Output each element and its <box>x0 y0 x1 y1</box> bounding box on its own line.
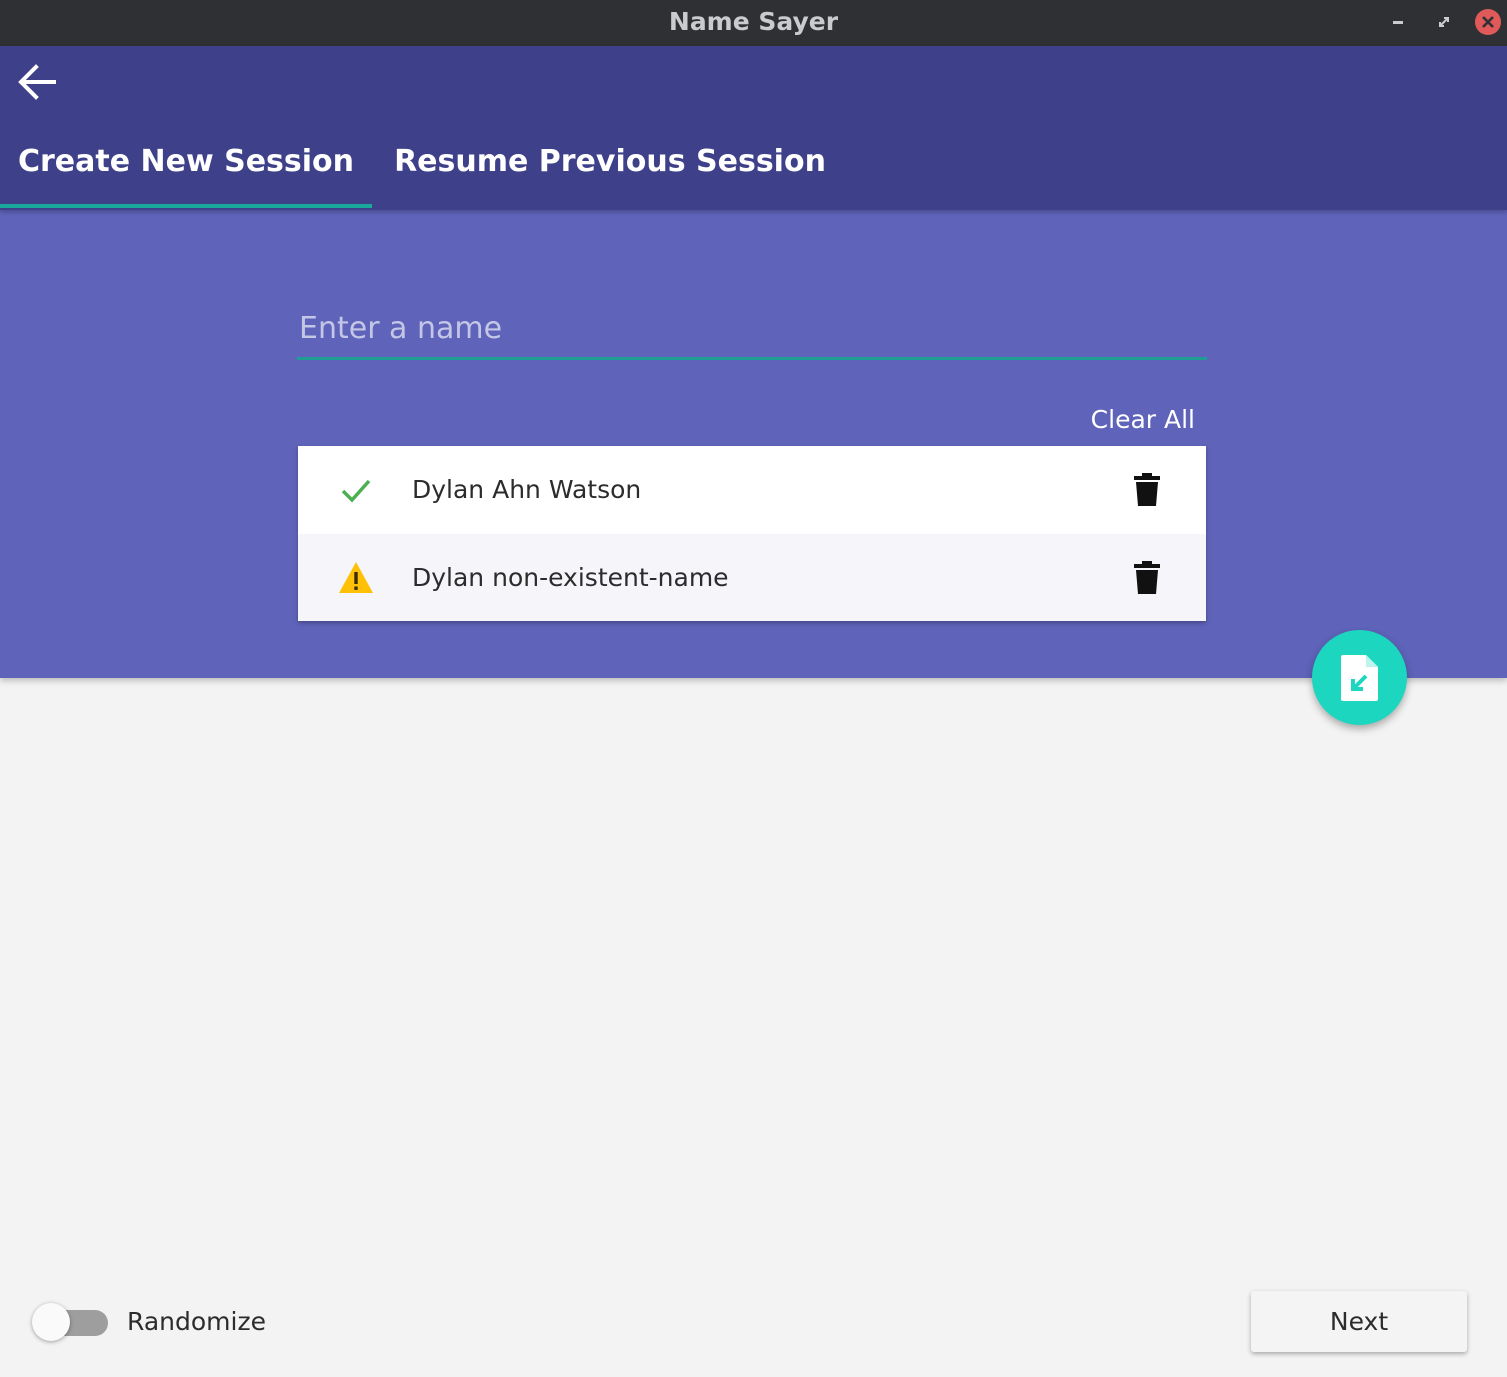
back-button[interactable] <box>14 60 62 104</box>
clear-all-button[interactable]: Clear All <box>1060 400 1195 440</box>
arrow-left-icon <box>18 64 56 100</box>
trash-icon[interactable] <box>1130 560 1164 596</box>
list-item-label: Dylan Ahn Watson <box>412 475 642 504</box>
tab-create-new-session[interactable]: Create New Session <box>0 106 372 210</box>
list-item[interactable]: Dylan Ahn Watson <box>298 446 1206 533</box>
list-item-label: Dylan non-existent-name <box>412 563 729 592</box>
randomize-label: Randomize <box>127 1307 266 1336</box>
import-file-button[interactable] <box>1312 630 1407 725</box>
randomize-toggle[interactable] <box>30 1302 110 1342</box>
active-tab-indicator <box>0 204 372 208</box>
close-icon[interactable] <box>1474 8 1502 36</box>
name-input[interactable] <box>297 300 1207 360</box>
toggle-thumb <box>32 1303 70 1341</box>
window-title: Name Sayer <box>668 7 839 36</box>
check-icon <box>336 470 376 510</box>
list-item[interactable]: Dylan non-existent-name <box>298 534 1206 621</box>
session-panel: Clear All Dylan Ahn Watson <box>0 210 1507 678</box>
minimize-icon[interactable] <box>1384 8 1412 36</box>
tab-resume-previous-session[interactable]: Resume Previous Session <box>372 106 848 210</box>
app-header: Create New Session Resume Previous Sessi… <box>0 46 1507 210</box>
file-import-icon <box>1341 655 1378 701</box>
maximize-icon[interactable] <box>1430 8 1458 36</box>
warning-icon <box>336 558 376 598</box>
trash-icon[interactable] <box>1130 472 1164 508</box>
name-list: Dylan Ahn Watson Dylan non-existent-name <box>298 446 1206 621</box>
window-titlebar: Name Sayer <box>0 0 1507 46</box>
next-button[interactable]: Next <box>1251 1291 1467 1352</box>
